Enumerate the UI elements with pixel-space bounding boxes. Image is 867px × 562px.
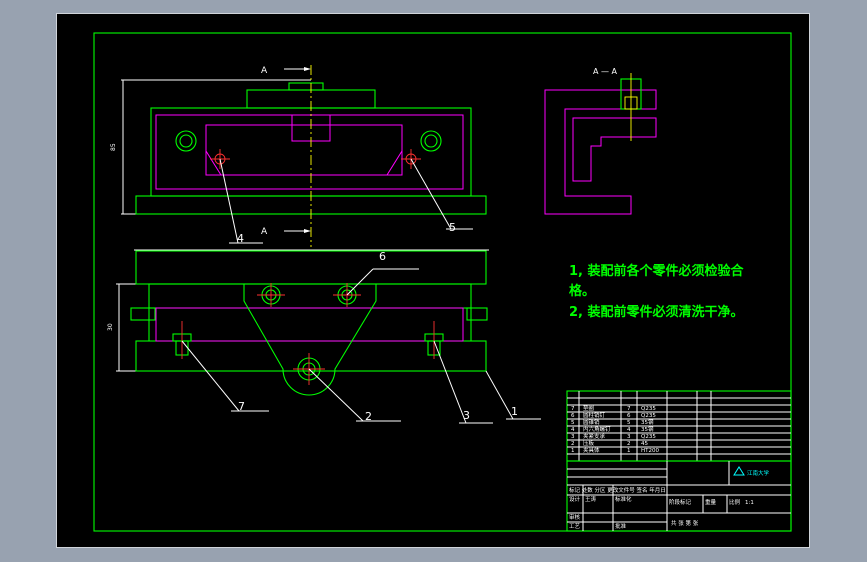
svg-text:圆锥销: 圆锥销 [583,418,600,426]
approve-label: 批准 [615,522,627,530]
assembly-drawing: 85 A A 30 1 2 3 4 5 6 7 A — A 1, 装配前各个零件… [93,32,792,532]
svg-text:3: 3 [571,434,575,440]
svg-text:Q235: Q235 [641,406,656,412]
standard-label: 标准化 [615,495,632,503]
top-view: 85 A A [110,65,487,247]
scale-label: 比例 [729,498,741,506]
school-name: 江南大学 [747,469,770,477]
design-label: 设计 [569,495,581,503]
callout-2: 2 [365,410,372,423]
svg-text:1: 1 [571,448,575,454]
note-line-1: 1, 装配前各个零件必须检验合 [569,263,745,279]
svg-text:夹紧支承: 夹紧支承 [583,432,606,440]
cad-viewport[interactable]: 85 A A 30 1 2 3 4 5 6 7 A — A 1, 装配前各个零件… [56,13,810,548]
svg-text:2: 2 [627,441,631,447]
title-block-header: 标记 处数 分区 更改文件号 签名 年月日 [569,486,666,494]
callout-6: 6 [379,250,386,263]
note-line-2: 格。 [569,283,595,299]
designer-name: 王涛 [585,495,597,503]
svg-text:垫圈: 垫圈 [583,404,595,412]
svg-text:2: 2 [571,441,575,447]
bolt-hole-right [420,130,442,152]
svg-text:35钢: 35钢 [641,425,654,433]
callout-4: 4 [237,232,244,245]
note-line-3: 2, 装配前零件必须清洗干净。 [569,304,744,320]
svg-text:4: 4 [571,427,575,433]
bom-table: 7 垫圈 7 Q235 6 圆柱销钉 6 Q235 5 圆锥销 5 35钢 4 内六角螺钉 4… [566,390,792,462]
svg-text:6: 6 [627,413,631,419]
weight-label: 重量 [705,498,717,506]
svg-text:Q235: Q235 [641,434,656,440]
svg-text:内六角螺钉: 内六角螺钉 [583,425,611,433]
callout-3: 3 [463,409,470,422]
svg-text:圆柱销钉: 圆柱销钉 [583,411,606,419]
svg-text:压板: 压板 [583,439,595,447]
front-height-dimension: 30 [107,323,114,331]
callout-1: 1 [511,405,518,418]
section-view-title: A — A [593,67,618,76]
svg-text:4: 4 [627,427,631,433]
bolt-hole-left [175,130,197,152]
svg-text:7: 7 [627,406,631,412]
svg-text:3: 3 [627,434,631,440]
svg-text:6: 6 [571,413,575,419]
svg-text:Q235: Q235 [641,413,656,419]
callout-5: 5 [449,221,456,234]
svg-text:HT200: HT200 [641,448,659,454]
svg-text:45: 45 [641,441,648,447]
stage-label: 阶段标记 [669,498,692,506]
svg-text:1: 1 [627,448,631,454]
school-logo-icon [733,466,745,476]
svg-text:5: 5 [627,420,631,426]
sheet-label: 共 张 第 张 [671,519,699,527]
callout-7: 7 [238,400,245,413]
section-marker-bottom: A [261,227,268,237]
svg-text:5: 5 [571,420,575,426]
svg-text:7: 7 [571,406,575,412]
svg-text:夹具体: 夹具体 [583,446,600,454]
review-label: 审核 [569,513,581,521]
process-label: 工艺 [569,523,581,530]
top-height-dimension: 85 [110,143,117,151]
section-marker-top: A [261,66,268,76]
scale-value: 1:1 [745,500,754,506]
section-view-a-a: A — A [544,67,657,215]
title-block: 江南大学 标记 处数 分区 更改文件号 签名 年月日 设计 王涛 标准化 审核 … [566,460,792,532]
front-view: 30 [107,249,541,424]
svg-text:35钢: 35钢 [641,418,654,426]
